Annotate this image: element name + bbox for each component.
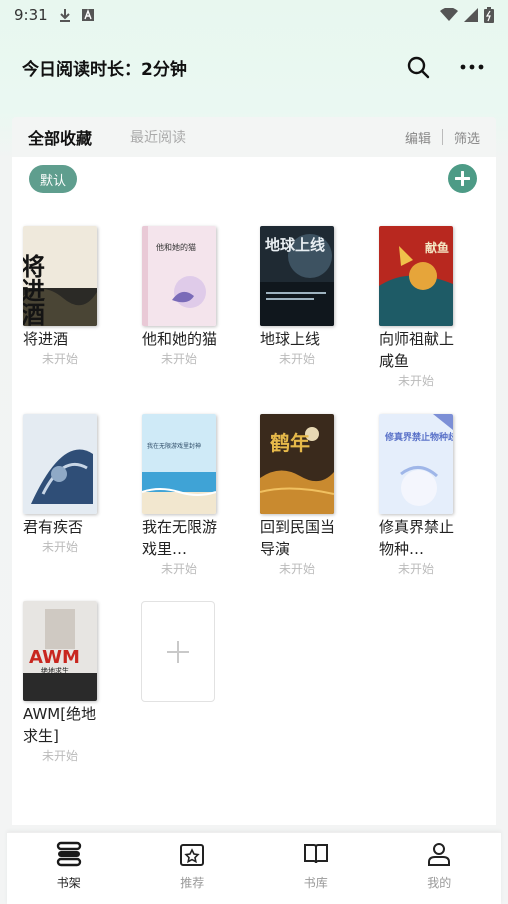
book-title: 地球上线: [260, 330, 321, 348]
cover-title: 地球上线: [265, 236, 325, 254]
nav-label: 书库: [303, 876, 328, 890]
cover-title: 我在无限游戏里封神: [147, 442, 201, 450]
nav-bookshelf[interactable]: 书架: [7, 833, 131, 904]
book-cover[interactable]: 鹤年: [260, 414, 334, 514]
shelf-tabs: 全部收藏 最近阅读 编辑 筛选: [12, 117, 496, 157]
book-item[interactable]: 他和她的猫 他和她的猫 未开始: [142, 226, 242, 367]
wifi-icon: [440, 8, 458, 22]
text-a-icon: [81, 9, 94, 21]
book-item[interactable]: 修真界禁止物种歧视 修真界禁止物种… 未开始: [379, 414, 479, 577]
download-icon: [58, 8, 72, 22]
book-item[interactable]: 君有疾否 未开始: [23, 414, 123, 555]
nav-label: 推荐: [180, 876, 205, 890]
cover-subtitle: 绝地求生: [41, 666, 69, 675]
more-icon[interactable]: [458, 53, 486, 81]
book-status: 未开始: [160, 562, 197, 576]
book-item[interactable]: 将进酒 将进酒 未开始: [23, 226, 123, 367]
cover-title: AWM: [29, 647, 80, 668]
cover-title: 他和她的猫: [156, 242, 196, 252]
book-item[interactable]: 鹤年 回到民国当导演 未开始: [260, 414, 360, 577]
star-box-icon: [179, 841, 205, 871]
add-group-button[interactable]: [448, 164, 477, 193]
reading-time-title: 今日阅读时长：2分钟: [22, 59, 187, 80]
book-status: 未开始: [397, 374, 434, 388]
tab-recent-reading[interactable]: 最近阅读: [130, 127, 186, 147]
filter-button[interactable]: 筛选: [454, 128, 480, 147]
book-status: 未开始: [160, 352, 197, 366]
plus-icon: [167, 640, 189, 663]
nav-label: 书架: [56, 876, 81, 890]
plus-icon: [455, 171, 470, 186]
nav-recommend[interactable]: 推荐: [131, 833, 255, 904]
book-title: 我在无限游戏里…: [142, 518, 218, 558]
book-item[interactable]: 地球上线 地球上线 未开始: [260, 226, 360, 367]
book-title: 他和她的猫: [142, 330, 218, 348]
book-status: 未开始: [41, 749, 78, 763]
tools-divider: [441, 129, 443, 145]
book-title: 修真界禁止物种…: [379, 518, 455, 558]
status-bar: 9:31: [0, 0, 508, 30]
group-chip-default[interactable]: 默认: [29, 165, 77, 193]
signal-icon: [464, 8, 478, 22]
book-status: 未开始: [278, 562, 315, 576]
book-title: 将进酒: [23, 330, 69, 348]
book-cover[interactable]: 我在无限游戏里封神: [142, 414, 216, 514]
book-cover[interactable]: AWM 绝地求生: [23, 601, 97, 701]
book-cover[interactable]: 修真界禁止物种歧视: [379, 414, 453, 514]
book-status: 未开始: [397, 562, 434, 576]
bookshelf: 默认 将进酒 将进酒 未开始 他和她的猫 他和她的猫 未开始 地球上线 地球上线…: [12, 157, 496, 825]
tab-all-favorites[interactable]: 全部收藏: [28, 125, 92, 149]
battery-icon: [484, 7, 494, 23]
add-book-button[interactable]: [141, 601, 215, 702]
book-title: AWM[绝地求生]: [23, 705, 97, 745]
search-icon[interactable]: [404, 53, 432, 81]
book-cover[interactable]: 地球上线: [260, 226, 334, 326]
cover-title: 修真界禁止物种歧视: [384, 431, 453, 443]
bookshelf-icon: [56, 841, 82, 871]
nav-library[interactable]: 书库: [254, 833, 378, 904]
book-cover[interactable]: [23, 414, 97, 514]
book-title: 向师祖献上咸鱼: [379, 330, 455, 370]
edit-button[interactable]: 编辑: [405, 128, 431, 147]
book-item[interactable]: 我在无限游戏里封神 我在无限游戏里… 未开始: [142, 414, 242, 577]
book-cover[interactable]: 将进酒: [23, 226, 97, 326]
book-title: 君有疾否: [23, 518, 84, 536]
nav-profile[interactable]: 我的: [378, 833, 502, 904]
status-time: 9:31: [14, 6, 48, 24]
book-cover[interactable]: 他和她的猫: [142, 226, 216, 326]
nav-label: 我的: [427, 876, 452, 890]
person-icon: [426, 841, 452, 871]
open-book-icon: [303, 841, 329, 871]
book-status: 未开始: [41, 540, 78, 554]
book-cover[interactable]: 献鱼: [379, 226, 453, 326]
cover-title: 献鱼: [425, 240, 449, 255]
book-item[interactable]: AWM 绝地求生 AWM[绝地求生] 未开始: [23, 601, 123, 764]
cover-title: 鹤年: [270, 431, 310, 455]
bottom-nav: 书架 推荐 书库 我的: [7, 832, 501, 904]
book-status: 未开始: [41, 352, 78, 366]
header: 今日阅读时长：2分钟: [0, 44, 508, 90]
book-title: 回到民国当导演: [260, 518, 336, 558]
book-item[interactable]: 献鱼 向师祖献上咸鱼 未开始: [379, 226, 479, 389]
book-status: 未开始: [278, 352, 315, 366]
cover-title: 将进酒: [23, 254, 46, 326]
